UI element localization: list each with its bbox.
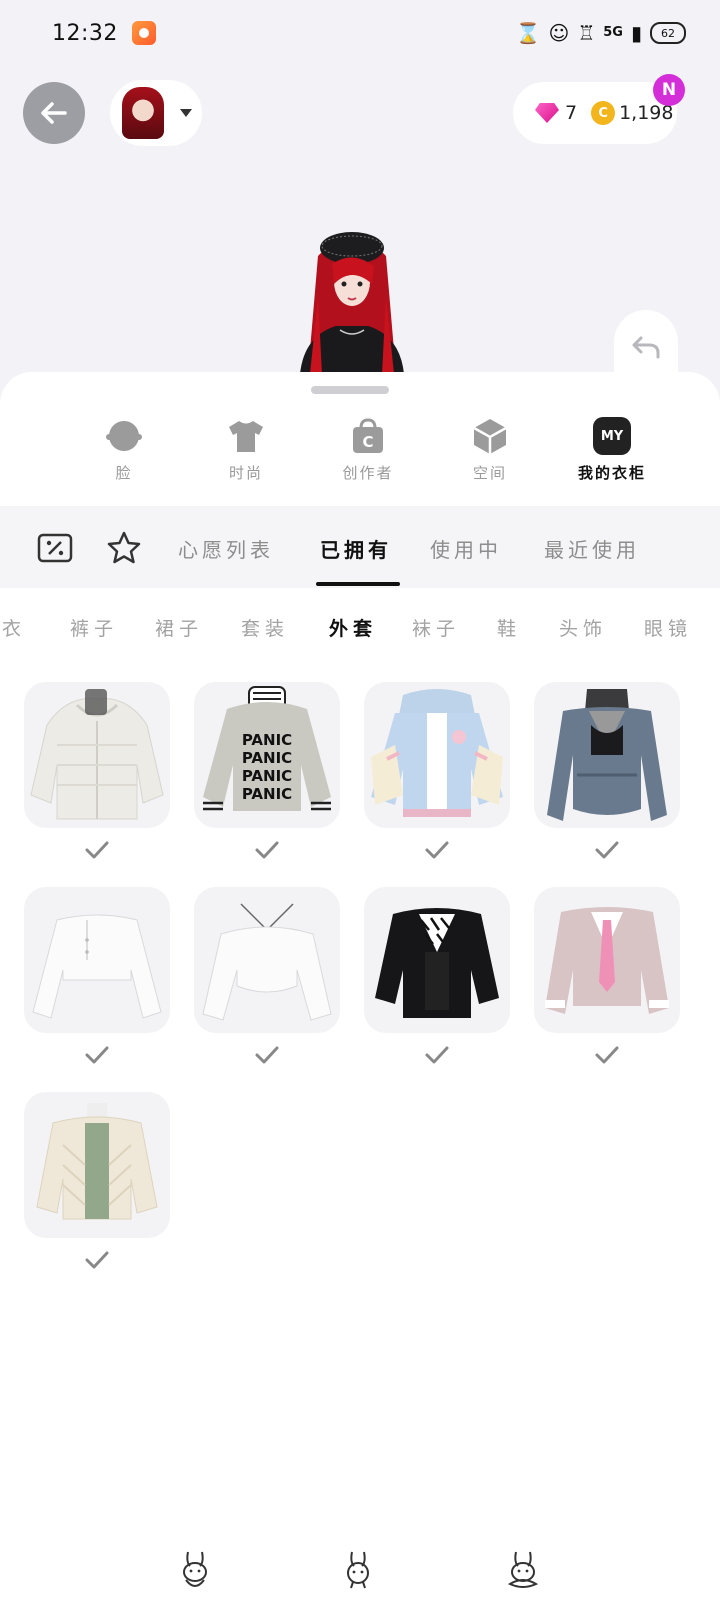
coin-icon: C: [591, 101, 616, 125]
status-time: 12:32: [52, 20, 118, 46]
black-jacket-zebra-top-thumb: [364, 887, 510, 1033]
owned-check-icon: [85, 1251, 109, 1269]
bunny-home-icon[interactable]: [178, 1550, 212, 1590]
face-icon: [104, 416, 144, 456]
tab-recent[interactable]: 最近使用: [544, 534, 640, 563]
preview-area: 12:32 ⌛ ☺ ♖ 5G ▮ 62 7 C 1,198 N: [0, 0, 720, 420]
category-label: 脸: [115, 464, 133, 482]
mascot-icon: ☺: [548, 21, 570, 45]
item-card[interactable]: [534, 682, 680, 872]
pink-blazer-tie-thumb: [534, 887, 680, 1033]
denim-jacket-thumb: [534, 682, 680, 828]
battery-level: 62: [661, 26, 675, 40]
status-icons: ⌛ ☺ ♖ 5G ▮ 62: [516, 21, 686, 45]
category-label: 创作者: [342, 464, 394, 482]
tab-wishlist[interactable]: 心愿列表: [178, 534, 274, 563]
subcategory-glasses[interactable]: 眼镜: [644, 614, 692, 641]
my-wardrobe-icon-wrap: MY: [592, 416, 632, 456]
subcategory-socks[interactable]: 袜子: [412, 614, 460, 641]
white-shrug-thumb: [194, 887, 340, 1033]
blue-varsity-jacket-thumb: [364, 682, 510, 828]
arrow-left-icon: [41, 102, 67, 124]
bunny-recent-icon[interactable]: [506, 1550, 540, 1590]
owned-check-icon: [85, 841, 109, 859]
coupon-icon[interactable]: [37, 530, 73, 566]
wardrobe-sheet: 脸 时尚 C 创作者 空间 MY 我的衣柜 心愿列表 已拥有 使用中 最近使用 …: [0, 372, 720, 1612]
subcategory-pants[interactable]: 裤子: [70, 614, 118, 641]
item-card[interactable]: [364, 682, 510, 872]
owned-check-icon: [595, 841, 619, 859]
owned-check-icon: [255, 1046, 279, 1064]
sweater-print-2: PANIC: [242, 749, 292, 767]
panic-sweatshirt-thumb: PANIC PANIC PANIC PANIC: [194, 682, 340, 828]
category-label: 空间: [472, 464, 507, 482]
undo-icon: [632, 336, 660, 359]
active-tab-indicator: [316, 582, 400, 586]
creator-bag-icon: C: [348, 416, 388, 456]
caret-down-icon: [180, 109, 192, 117]
signal-icon: ▮: [630, 21, 642, 45]
bunny-center-icon[interactable]: [341, 1550, 375, 1590]
category-label: 我的衣柜: [577, 464, 646, 482]
sheet-grabber[interactable]: [311, 386, 389, 394]
tab-in-use[interactable]: 使用中: [430, 534, 502, 563]
cream-quilted-jacket-thumb: [24, 1092, 170, 1238]
category-label: 时尚: [228, 464, 263, 482]
item-card[interactable]: [24, 887, 170, 1077]
item-card[interactable]: [24, 682, 170, 872]
filter-tab-bar: 心愿列表 已拥有 使用中 最近使用: [0, 506, 720, 588]
item-card[interactable]: [194, 887, 340, 1077]
battery-icon: 62: [650, 22, 686, 44]
subcategory-outerwear[interactable]: 外套: [329, 614, 377, 641]
status-bar: 12:32 ⌛ ☺ ♖ 5G ▮ 62: [0, 0, 720, 66]
subcategory-sets[interactable]: 套装: [241, 614, 289, 641]
owned-check-icon: [425, 841, 449, 859]
hourglass-icon: ⌛: [515, 21, 541, 45]
item-card[interactable]: [24, 1092, 170, 1282]
tab-owned[interactable]: 已拥有: [320, 534, 392, 563]
gem-icon: [535, 103, 559, 123]
category-fashion[interactable]: 时尚: [190, 416, 302, 496]
shirt-icon: [226, 416, 266, 456]
cube-icon: [470, 416, 510, 456]
item-card[interactable]: [534, 887, 680, 1077]
category-row: 脸 时尚 C 创作者 空间 MY 我的衣柜: [68, 416, 668, 496]
white-knit-hoodie-thumb: [24, 682, 170, 828]
sweater-print-1: PANIC: [242, 731, 292, 749]
category-face[interactable]: 脸: [68, 416, 180, 496]
sweater-print-4: PANIC: [242, 785, 292, 803]
subcategory-row: 上衣 裤子 裙子 套装 外套 袜子 鞋 头饰 眼镜: [0, 610, 720, 644]
item-card[interactable]: PANIC PANIC PANIC PANIC: [194, 682, 340, 872]
network-label: 5G: [603, 25, 623, 40]
my-wardrobe-icon: MY: [593, 417, 631, 455]
subcategory-skirts[interactable]: 裙子: [155, 614, 203, 641]
sweater-print-3: PANIC: [242, 767, 292, 785]
category-space[interactable]: 空间: [434, 416, 546, 496]
avatar-switcher[interactable]: [110, 80, 202, 146]
white-crop-cardigan-thumb: [24, 887, 170, 1033]
app-notification-icon: [131, 21, 156, 45]
category-creator[interactable]: C 创作者: [312, 416, 424, 496]
hd-icon: ♖: [577, 21, 596, 45]
new-badge[interactable]: N: [653, 74, 685, 106]
back-button[interactable]: [23, 82, 85, 144]
owned-check-icon: [595, 1046, 619, 1064]
category-my-wardrobe[interactable]: MY 我的衣柜: [556, 416, 668, 496]
avatar-character[interactable]: [296, 226, 408, 374]
subcategory-tops[interactable]: 上衣: [0, 614, 26, 641]
svg-text:C: C: [362, 433, 373, 451]
gem-count: 7: [565, 102, 578, 124]
bottom-nav: [0, 1540, 720, 1600]
star-icon[interactable]: [106, 530, 142, 566]
avatar: [122, 87, 164, 139]
item-card[interactable]: [364, 887, 510, 1077]
owned-check-icon: [425, 1046, 449, 1064]
subcategory-shoes[interactable]: 鞋: [497, 614, 521, 641]
owned-check-icon: [85, 1046, 109, 1064]
owned-check-icon: [255, 841, 279, 859]
subcategory-headwear[interactable]: 头饰: [559, 614, 607, 641]
